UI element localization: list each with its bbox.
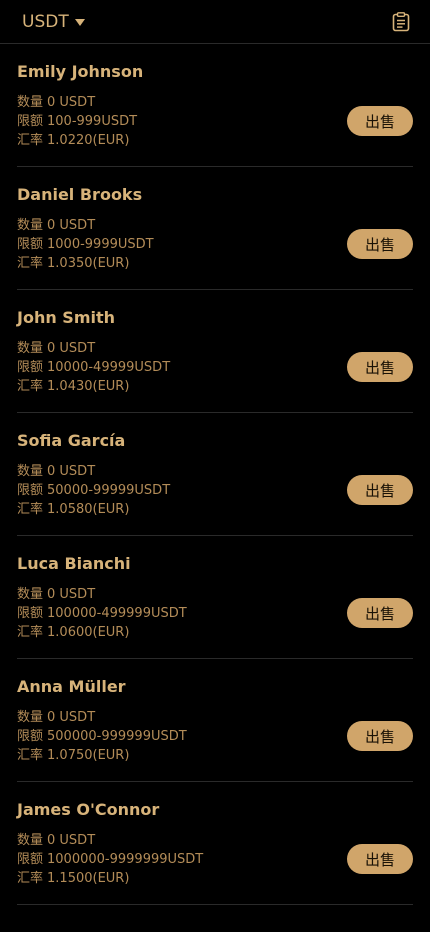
seller-name: James O'Connor	[17, 800, 160, 819]
quantity-value: 0 USDT	[47, 341, 96, 356]
rate-value: 1.0580(EUR)	[47, 502, 130, 517]
quantity-label: 数量	[17, 587, 44, 602]
limit-label: 限额	[17, 237, 44, 252]
quantity-label: 数量	[17, 464, 44, 479]
rate-label: 汇率	[17, 133, 44, 148]
offer-item: Sofia García 数量 0 USDT 限额 50000-99999USDT …	[17, 413, 413, 536]
offer-details: 数量 0 USDT 限额 1000-9999USDT 汇率 1.0350(EUR)	[17, 216, 154, 273]
limit-value: 500000-999999USDT	[47, 729, 187, 744]
offer-details: 数量 0 USDT 限额 1000000-9999999USDT 汇率 1.1500(…	[17, 831, 203, 888]
rate-value: 1.0600(EUR)	[47, 625, 130, 640]
rate-row: 汇率 1.1500(EUR)	[17, 869, 203, 888]
currency-label: USDT	[22, 11, 69, 32]
sell-button[interactable]: 出售	[347, 106, 413, 136]
seller-name: John Smith	[17, 308, 116, 327]
offer-item: Emily Johnson 数量 0 USDT 限额 100-999USDT 汇率 1…	[17, 44, 413, 167]
seller-name: Emily Johnson	[17, 62, 144, 81]
offer-details: 数量 0 USDT 限额 100-999USDT 汇率 1.0220(EUR)	[17, 93, 137, 150]
limit-label: 限额	[17, 483, 44, 498]
limit-label: 限额	[17, 852, 44, 867]
rate-label: 汇率	[17, 379, 44, 394]
offer-item: John Smith 数量 0 USDT 限额 10000-49999USDT 汇率…	[17, 290, 413, 413]
quantity-label: 数量	[17, 95, 44, 110]
quantity-row: 数量 0 USDT	[17, 585, 187, 604]
rate-label: 汇率	[17, 748, 44, 763]
limit-row: 限额 1000-9999USDT	[17, 235, 154, 254]
quantity-row: 数量 0 USDT	[17, 462, 170, 481]
sell-button[interactable]: 出售	[347, 598, 413, 628]
order-history-button[interactable]	[390, 11, 412, 33]
quantity-row: 数量 0 USDT	[17, 216, 154, 235]
limit-value: 1000000-9999999USDT	[47, 852, 204, 867]
limit-row: 限额 10000-49999USDT	[17, 358, 170, 377]
currency-dropdown[interactable]: USDT	[22, 12, 85, 32]
offer-details: 数量 0 USDT 限额 10000-49999USDT 汇率 1.0430(EUR)	[17, 339, 170, 396]
seller-name: Luca Bianchi	[17, 554, 131, 573]
limit-row: 限额 500000-999999USDT	[17, 727, 187, 746]
quantity-value: 0 USDT	[47, 833, 96, 848]
seller-name: Sofia García	[17, 431, 126, 450]
quantity-value: 0 USDT	[47, 95, 96, 110]
sell-button[interactable]: 出售	[347, 352, 413, 382]
rate-label: 汇率	[17, 256, 44, 271]
limit-label: 限额	[17, 114, 44, 129]
rate-row: 汇率 1.0430(EUR)	[17, 377, 170, 396]
limit-value: 50000-99999USDT	[47, 483, 171, 498]
rate-value: 1.0430(EUR)	[47, 379, 130, 394]
quantity-label: 数量	[17, 218, 44, 233]
limit-row: 限额 100-999USDT	[17, 112, 137, 131]
rate-label: 汇率	[17, 871, 44, 886]
rate-value: 1.0220(EUR)	[47, 133, 130, 148]
limit-row: 限额 50000-99999USDT	[17, 481, 170, 500]
quantity-row: 数量 0 USDT	[17, 339, 170, 358]
caret-down-icon	[74, 19, 85, 26]
limit-label: 限额	[17, 360, 44, 375]
rate-row: 汇率 1.0220(EUR)	[17, 131, 137, 150]
quantity-value: 0 USDT	[47, 587, 96, 602]
offer-item: Luca Bianchi 数量 0 USDT 限额 100000-499999USD…	[17, 536, 413, 659]
offer-item: Daniel Brooks 数量 0 USDT 限额 1000-9999USDT 汇…	[17, 167, 413, 290]
offer-item: James O'Connor 数量 0 USDT 限额 1000000-999999…	[17, 782, 413, 905]
rate-value: 1.0750(EUR)	[47, 748, 130, 763]
sell-button[interactable]: 出售	[347, 721, 413, 751]
sell-button[interactable]: 出售	[347, 475, 413, 505]
limit-label: 限额	[17, 729, 44, 744]
offer-item: Anna Müller 数量 0 USDT 限额 500000-999999USDT…	[17, 659, 413, 782]
limit-value: 1000-9999USDT	[47, 237, 154, 252]
limit-value: 10000-49999USDT	[47, 360, 171, 375]
rate-row: 汇率 1.0580(EUR)	[17, 500, 170, 519]
quantity-value: 0 USDT	[47, 464, 96, 479]
limit-row: 限额 1000000-9999999USDT	[17, 850, 203, 869]
sell-button[interactable]: 出售	[347, 229, 413, 259]
offer-details: 数量 0 USDT 限额 500000-999999USDT 汇率 1.0750(EU…	[17, 708, 187, 765]
quantity-label: 数量	[17, 341, 44, 356]
offer-list: Emily Johnson 数量 0 USDT 限额 100-999USDT 汇率 1…	[0, 44, 430, 905]
rate-row: 汇率 1.0750(EUR)	[17, 746, 187, 765]
seller-name: Anna Müller	[17, 677, 126, 696]
limit-row: 限额 100000-499999USDT	[17, 604, 187, 623]
quantity-row: 数量 0 USDT	[17, 708, 187, 727]
quantity-label: 数量	[17, 710, 44, 725]
rate-row: 汇率 1.0600(EUR)	[17, 623, 187, 642]
rate-row: 汇率 1.0350(EUR)	[17, 254, 154, 273]
offer-details: 数量 0 USDT 限额 50000-99999USDT 汇率 1.0580(EUR)	[17, 462, 170, 519]
quantity-row: 数量 0 USDT	[17, 93, 137, 112]
quantity-label: 数量	[17, 833, 44, 848]
sell-button[interactable]: 出售	[347, 844, 413, 874]
limit-label: 限额	[17, 606, 44, 621]
rate-label: 汇率	[17, 502, 44, 517]
seller-name: Daniel Brooks	[17, 185, 143, 204]
rate-value: 1.1500(EUR)	[47, 871, 130, 886]
rate-value: 1.0350(EUR)	[47, 256, 130, 271]
offer-details: 数量 0 USDT 限额 100000-499999USDT 汇率 1.0600(EU…	[17, 585, 187, 642]
top-bar: USDT	[0, 0, 430, 44]
limit-value: 100-999USDT	[47, 114, 138, 129]
limit-value: 100000-499999USDT	[47, 606, 187, 621]
quantity-row: 数量 0 USDT	[17, 831, 203, 850]
quantity-value: 0 USDT	[47, 218, 96, 233]
clipboard-list-icon	[392, 11, 410, 31]
quantity-value: 0 USDT	[47, 710, 96, 725]
rate-label: 汇率	[17, 625, 44, 640]
